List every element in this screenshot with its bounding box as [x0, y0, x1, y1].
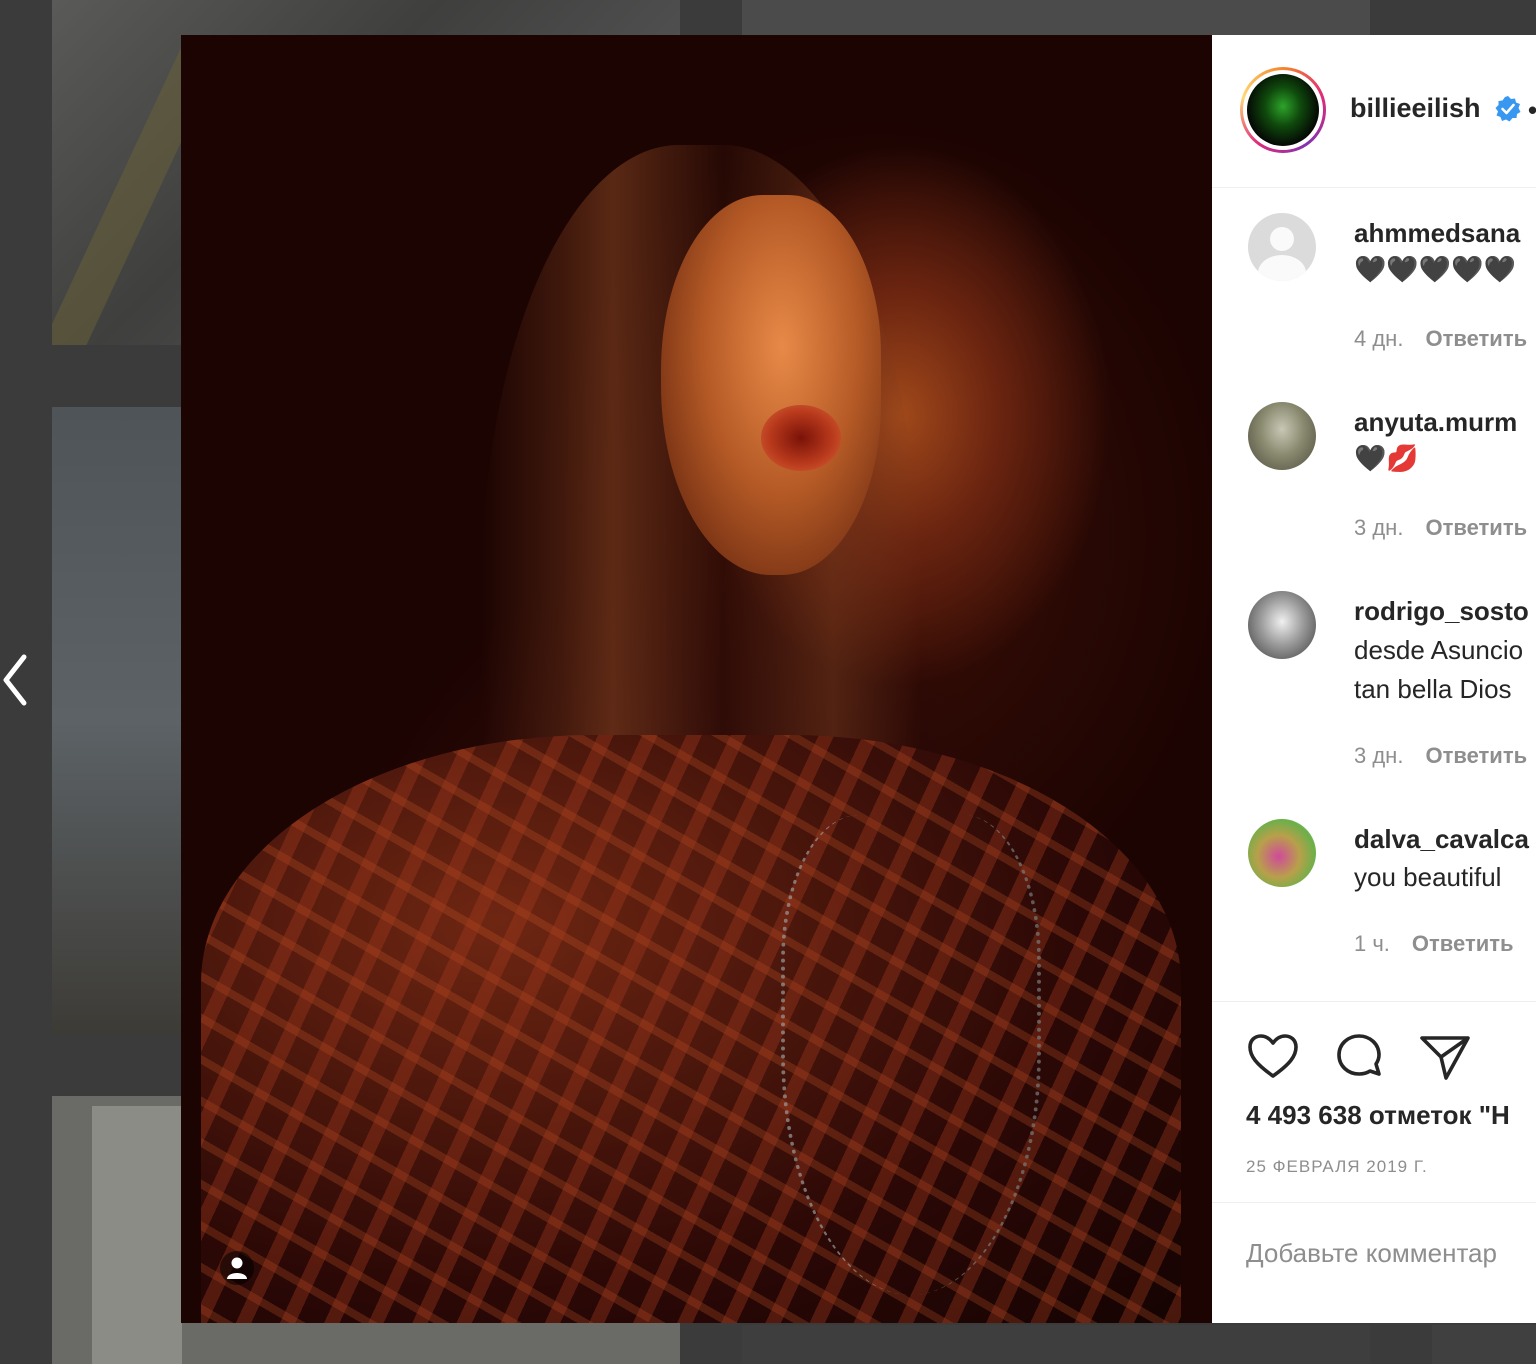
- comment-bubble-icon[interactable]: [1332, 1030, 1386, 1084]
- post-photo: [181, 35, 1212, 1323]
- post-date[interactable]: 25 ФЕВРАЛЯ 2019 Г.: [1246, 1157, 1428, 1177]
- header-separator: •: [1528, 95, 1536, 126]
- add-comment-row: [1212, 1202, 1536, 1323]
- comment-text: 🖤🖤🖤🖤🖤: [1354, 254, 1516, 284]
- commenter-avatar[interactable]: [1248, 591, 1316, 659]
- reply-button[interactable]: Ответить: [1412, 931, 1514, 956]
- likes-count[interactable]: 4 493 638 отметок "Н: [1246, 1100, 1510, 1131]
- commenter-avatar[interactable]: [1248, 819, 1316, 887]
- comment-text-line: desde Asuncio: [1354, 635, 1524, 665]
- previous-post-button[interactable]: [0, 650, 30, 710]
- background-post-thumbnail: [1432, 1325, 1536, 1364]
- comment-meta: 4 дн. Ответить: [1354, 326, 1536, 352]
- author-avatar[interactable]: [1247, 74, 1319, 146]
- post-header: billieeilish •: [1212, 35, 1536, 188]
- comment-text: 🖤💋: [1354, 443, 1419, 473]
- story-ring: [1240, 67, 1326, 153]
- heart-outline-icon[interactable]: [1246, 1030, 1300, 1084]
- comment-time: 1 ч.: [1354, 931, 1390, 956]
- comment-text: you beautiful: [1354, 862, 1502, 892]
- user-tag-icon: [227, 1257, 247, 1279]
- comment-meta: 3 дн. Ответить: [1354, 743, 1536, 769]
- commenter-username[interactable]: ahmmedsana: [1354, 218, 1520, 249]
- background-post-thumbnail: [742, 1325, 1370, 1364]
- comment-text-line: tan bella Dios: [1354, 674, 1512, 704]
- background-post-thumbnail: [742, 0, 1370, 35]
- comments-list: ahmmedsana 🖤🖤🖤🖤🖤 4 дн. Ответить anyuta.mu…: [1212, 188, 1536, 1001]
- commenter-avatar[interactable]: [1248, 213, 1316, 281]
- post-actions: 4 493 638 отметок "Н 25 ФЕВРАЛЯ 2019 Г.: [1212, 1001, 1536, 1323]
- post-details-panel: billieeilish • ahmmedsana 🖤🖤🖤🖤🖤 4 дн. Отв…: [1212, 35, 1536, 1323]
- reply-button[interactable]: Ответить: [1425, 515, 1527, 540]
- verified-badge-icon: [1495, 96, 1521, 122]
- commenter-username[interactable]: rodrigo_sosto: [1354, 596, 1529, 627]
- author-username[interactable]: billieeilish: [1350, 93, 1481, 124]
- reply-button[interactable]: Ответить: [1425, 326, 1527, 351]
- comment-time: 3 дн.: [1354, 515, 1404, 540]
- commenter-username[interactable]: dalva_cavalca: [1354, 824, 1529, 855]
- comment-meta: 1 ч. Ответить: [1354, 931, 1536, 957]
- add-comment-input[interactable]: [1246, 1233, 1536, 1273]
- commenter-avatar[interactable]: [1248, 402, 1316, 470]
- comment-time: 3 дн.: [1354, 743, 1404, 768]
- paper-plane-icon[interactable]: [1418, 1030, 1472, 1084]
- reply-button[interactable]: Ответить: [1425, 743, 1527, 768]
- comment-meta: 3 дн. Ответить: [1354, 515, 1536, 541]
- commenter-username[interactable]: anyuta.murm: [1354, 407, 1517, 438]
- comment-time: 4 дн.: [1354, 326, 1404, 351]
- tagged-users-button[interactable]: [220, 1251, 254, 1285]
- chevron-left-icon: [3, 654, 27, 706]
